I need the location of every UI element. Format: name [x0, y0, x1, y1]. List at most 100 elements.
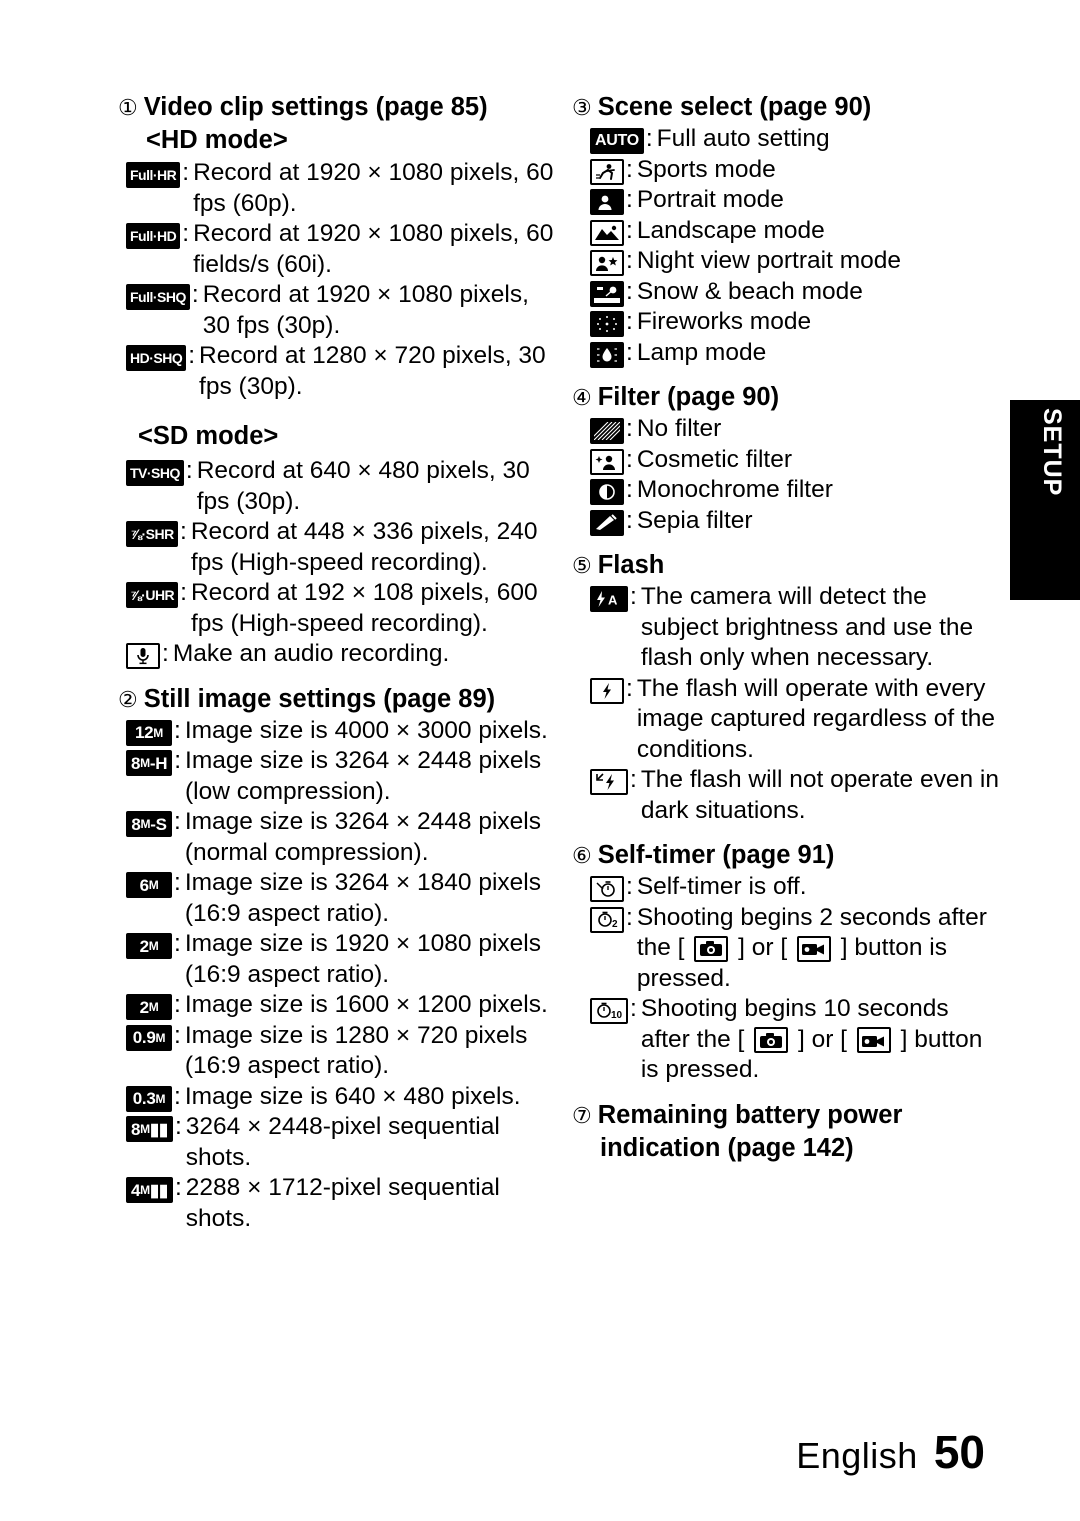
timer-10s-icon: 10 — [590, 994, 628, 1024]
video-camera-button-icon — [856, 1027, 891, 1054]
list-item-text: Shooting begins 10 seconds after the [ ]… — [639, 994, 1002, 1086]
list-item-text: Full auto setting — [656, 125, 830, 152]
list-item: 12 M : Image size is 4000 × 3000 pixels. — [126, 716, 558, 747]
list-item: 8 M -H : Image size is 3264 × 2448 pixels … — [126, 746, 558, 807]
section-2-title: Still image settings (page 89) — [143, 684, 496, 713]
section-5-heading: ⑤ Flash — [572, 550, 1002, 581]
section-1-title: Video clip settings (page 85) — [143, 93, 488, 121]
list-item-text: Record at 640 × 480 pixels, 30 fps (30p)… — [196, 457, 530, 515]
full-hr-icon: Full·HR — [126, 158, 181, 188]
portrait-person-glyph — [598, 195, 612, 210]
lamp-glyph — [597, 347, 617, 362]
microphone-icon — [126, 639, 160, 669]
timer-10-glyph: 10 — [597, 1002, 623, 1020]
flash-off-icon — [590, 765, 628, 795]
list-item-text: Image size is 4000 × 3000 pixels. — [184, 716, 548, 744]
svg-text:A: A — [608, 593, 618, 608]
flash-auto-glyph: A — [597, 591, 618, 608]
flash-auto-icon: A — [590, 582, 628, 612]
hd-mode-subheading: <HD mode> — [146, 126, 288, 154]
list-item: ⅞·UHR : Record at 192 × 108 pixels, 600 … — [126, 578, 558, 639]
list-item-text: The flash will operate with every image … — [636, 674, 995, 763]
list-item-text: Fireworks mode — [636, 308, 812, 335]
camcorder-glyph — [861, 1035, 884, 1047]
section-4-heading: ④ Filter (page 90) — [572, 382, 1002, 413]
list-item: TV·SHQ : Record at 640 × 480 pixels, 30 … — [126, 456, 558, 517]
list-item-text: Sepia filter — [636, 506, 753, 534]
page-footer: English 50 — [796, 1425, 985, 1479]
timer-off-glyph — [596, 881, 615, 897]
section-7-number: ⑦ — [572, 1102, 592, 1128]
manual-page: SETUP ① Video clip settings (page 85) <H… — [0, 0, 1080, 1521]
list-item: 2M : Image size is 1600 × 1200 pixels. — [126, 990, 558, 1021]
still-camera-button-icon — [694, 935, 729, 962]
list-item: A : The camera will detect the subject b… — [590, 582, 1002, 674]
list-item: ⅞·SHR : Record at 448 × 336 pixels, 240 … — [126, 517, 558, 578]
list-item-text: Make an audio recording. — [172, 640, 450, 667]
timer-2s-text-b: ] or [ — [738, 934, 788, 961]
timer-2s-icon: 2 — [590, 903, 624, 933]
section-1-heading: ① Video clip settings (page 85) — [118, 92, 558, 123]
list-item: : Sports mode — [590, 155, 1002, 186]
high-speed-shr-icon: ⅞·SHR — [126, 517, 178, 547]
snow-beach-glyph — [594, 286, 620, 303]
setup-tab-label: SETUP — [1038, 408, 1066, 497]
list-item-text: Landscape mode — [636, 216, 825, 244]
sepia-filter-icon — [590, 506, 624, 536]
still-image-list: 12 M : Image size is 4000 × 3000 pixels. … — [126, 716, 558, 1235]
list-item-text: Portrait mode — [636, 186, 784, 213]
sd-mode-subheading: <SD mode> — [138, 422, 279, 450]
size-0-9m-icon: 0.9 M — [126, 1021, 172, 1051]
person-star-glyph — [596, 256, 618, 271]
hd-mode-list: Full·HR : Record at 1920 × 1080 pixels, … — [126, 158, 558, 402]
list-item-text: Self-timer is off. — [636, 873, 807, 900]
auto-scene-icon: AUTO — [590, 124, 644, 154]
list-item-text: Record at 1920 × 1080 pixels, 30 fps (30… — [202, 281, 529, 339]
section-2-number: ② — [118, 686, 138, 712]
flash-on-glyph — [603, 682, 611, 699]
microphone-glyph — [137, 648, 149, 665]
section-3-title: Scene select (page 90) — [597, 93, 872, 121]
list-item: : Monochrome filter — [590, 475, 1002, 506]
section-7-title-line1: Remaining battery power — [597, 1100, 903, 1129]
list-item-text: Record at 1920 × 1080 pixels, 60 fields/… — [193, 220, 554, 278]
list-item-text: Record at 448 × 336 pixels, 240 fps (Hig… — [190, 518, 538, 576]
camera-glyph — [700, 941, 723, 957]
left-column: ① Video clip settings (page 85) <HD mode… — [118, 92, 558, 1234]
section-2-heading: ② Still image settings (page 89) — [118, 684, 558, 715]
list-item-text: Record at 1920 × 1080 pixels, 60 fps (60… — [193, 159, 554, 217]
size-2m-wide-icon: 2M — [126, 929, 172, 959]
size-2m-icon: 2M — [126, 990, 172, 1020]
size-6m-icon: 6M — [126, 868, 172, 898]
camcorder-glyph — [801, 944, 824, 956]
camera-glyph — [760, 1032, 783, 1048]
list-item-text: Image size is 640 × 480 pixels. — [184, 1082, 521, 1110]
size-0-3m-icon: 0.3 M — [126, 1082, 172, 1112]
flash-list: A : The camera will detect the subject b… — [590, 582, 1002, 826]
list-item: 2 : Shooting begins 2 seconds after the … — [590, 903, 1002, 995]
timer-10s-text-b: ] or [ — [797, 1025, 847, 1053]
no-filter-icon — [590, 414, 624, 444]
section-6-title: Self-timer (page 91) — [597, 841, 835, 869]
cosmetic-face-glyph — [595, 455, 615, 470]
list-item: Full·HD : Record at 1920 × 1080 pixels, … — [126, 219, 558, 280]
mountains-glyph — [595, 225, 619, 240]
list-item: : Fireworks mode — [590, 307, 1002, 338]
sd-mode-list: TV·SHQ : Record at 640 × 480 pixels, 30 … — [126, 456, 558, 670]
list-item-text: The flash will not operate even in dark … — [640, 766, 999, 824]
monochrome-filter-icon — [590, 475, 624, 505]
cosmetic-filter-icon — [590, 445, 624, 475]
section-7-heading: ⑦ Remaining battery power — [572, 1100, 1002, 1131]
section-6-number: ⑥ — [572, 843, 592, 868]
list-item-text: Image size is 1920 × 1080 pixels (16:9 a… — [184, 930, 541, 988]
list-item: : Make an audio recording. — [126, 639, 558, 670]
section-5-number: ⑤ — [572, 553, 592, 578]
list-item-text: 2288 × 1712-pixel sequential shots. — [185, 1174, 500, 1232]
list-item: 2M : Image size is 1920 × 1080 pixels (1… — [126, 929, 558, 990]
hd-shq-icon: HD·SHQ — [126, 341, 187, 371]
timer-off-icon — [590, 872, 624, 902]
section-4-title: Filter (page 90) — [597, 383, 780, 411]
list-item: : Portrait mode — [590, 185, 1002, 216]
snow-beach-icon — [590, 277, 624, 307]
list-item: : Cosmetic filter — [590, 445, 1002, 476]
